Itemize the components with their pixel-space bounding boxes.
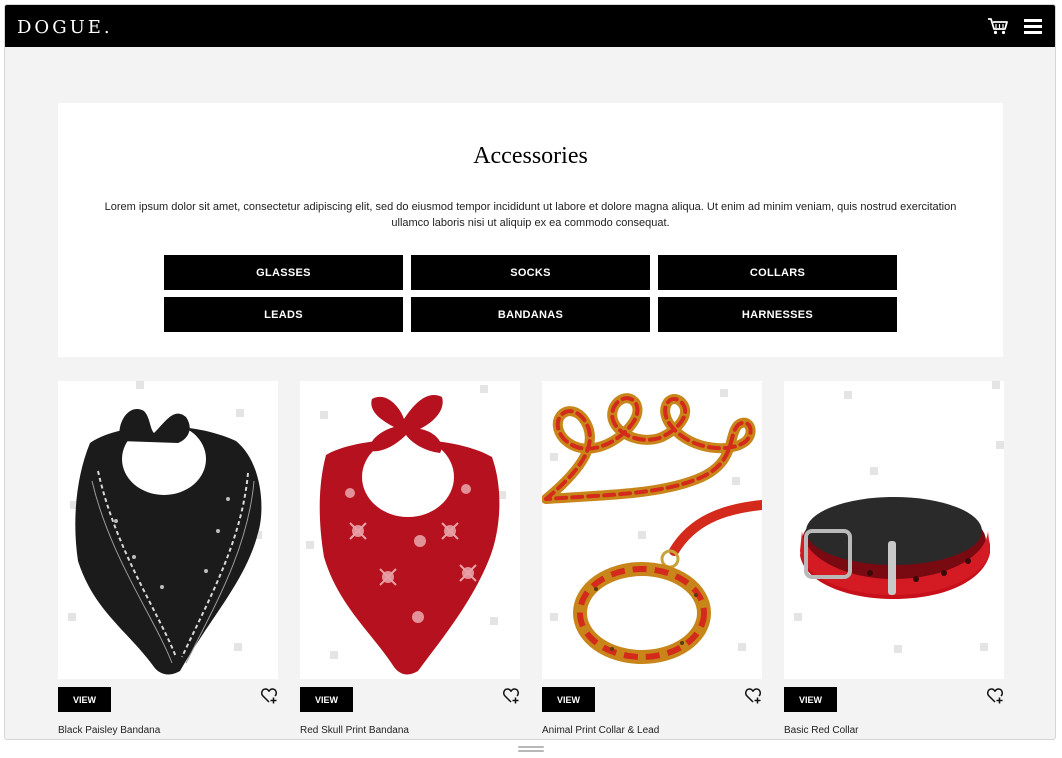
- category-button-grid: GLASSES SOCKS COLLARS LEADS BANDANAS HAR…: [164, 255, 897, 332]
- wishlist-add-icon[interactable]: [502, 687, 520, 705]
- product-card[interactable]: VIEW Animal Print Collar & Lead: [542, 381, 762, 739]
- product-image[interactable]: [784, 381, 1004, 679]
- product-name[interactable]: Animal Print Collar & Lead: [542, 725, 659, 736]
- category-button-bandanas[interactable]: BANDANAS: [411, 297, 650, 332]
- product-card[interactable]: VIEW Black Paisley Bandana: [58, 381, 278, 739]
- view-button[interactable]: VIEW: [58, 687, 111, 712]
- page-description: Lorem ipsum dolor sit amet, consectetur …: [104, 201, 957, 229]
- category-button-leads[interactable]: LEADS: [164, 297, 403, 332]
- wishlist-add-icon[interactable]: [260, 687, 278, 705]
- cart-icon[interactable]: [987, 17, 1009, 35]
- site-logo[interactable]: DOGUE.: [17, 15, 113, 38]
- browser-window: DOGUE. Accessories Lorem ipsum dolor sit…: [4, 4, 1056, 740]
- product-grid: VIEW Black Paisley Bandana VIEW Red Skul…: [58, 381, 1004, 739]
- product-image[interactable]: [300, 381, 520, 679]
- wishlist-add-icon[interactable]: [744, 687, 762, 705]
- category-button-harnesses[interactable]: HARNESSES: [658, 297, 897, 332]
- page-title: Accessories: [473, 143, 588, 169]
- product-card[interactable]: VIEW Basic Red Collar: [784, 381, 1004, 739]
- product-image[interactable]: [58, 381, 278, 679]
- header-actions: [987, 17, 1043, 35]
- product-card[interactable]: VIEW Red Skull Print Bandana: [300, 381, 520, 739]
- top-navigation-bar: DOGUE.: [5, 5, 1055, 47]
- category-button-socks[interactable]: SOCKS: [411, 255, 650, 290]
- product-name[interactable]: Black Paisley Bandana: [58, 725, 160, 736]
- category-button-glasses[interactable]: GLASSES: [164, 255, 403, 290]
- category-button-collars[interactable]: COLLARS: [658, 255, 897, 290]
- view-button[interactable]: VIEW: [784, 687, 837, 712]
- wishlist-add-icon[interactable]: [986, 687, 1004, 705]
- product-image[interactable]: [542, 381, 762, 679]
- hamburger-menu-icon[interactable]: [1023, 17, 1043, 35]
- product-name[interactable]: Basic Red Collar: [784, 725, 858, 736]
- category-intro-panel: Accessories Lorem ipsum dolor sit amet, …: [58, 103, 1003, 357]
- view-button[interactable]: VIEW: [542, 687, 595, 712]
- resize-handle-icon[interactable]: [518, 746, 544, 752]
- view-button[interactable]: VIEW: [300, 687, 353, 712]
- product-name[interactable]: Red Skull Print Bandana: [300, 725, 409, 736]
